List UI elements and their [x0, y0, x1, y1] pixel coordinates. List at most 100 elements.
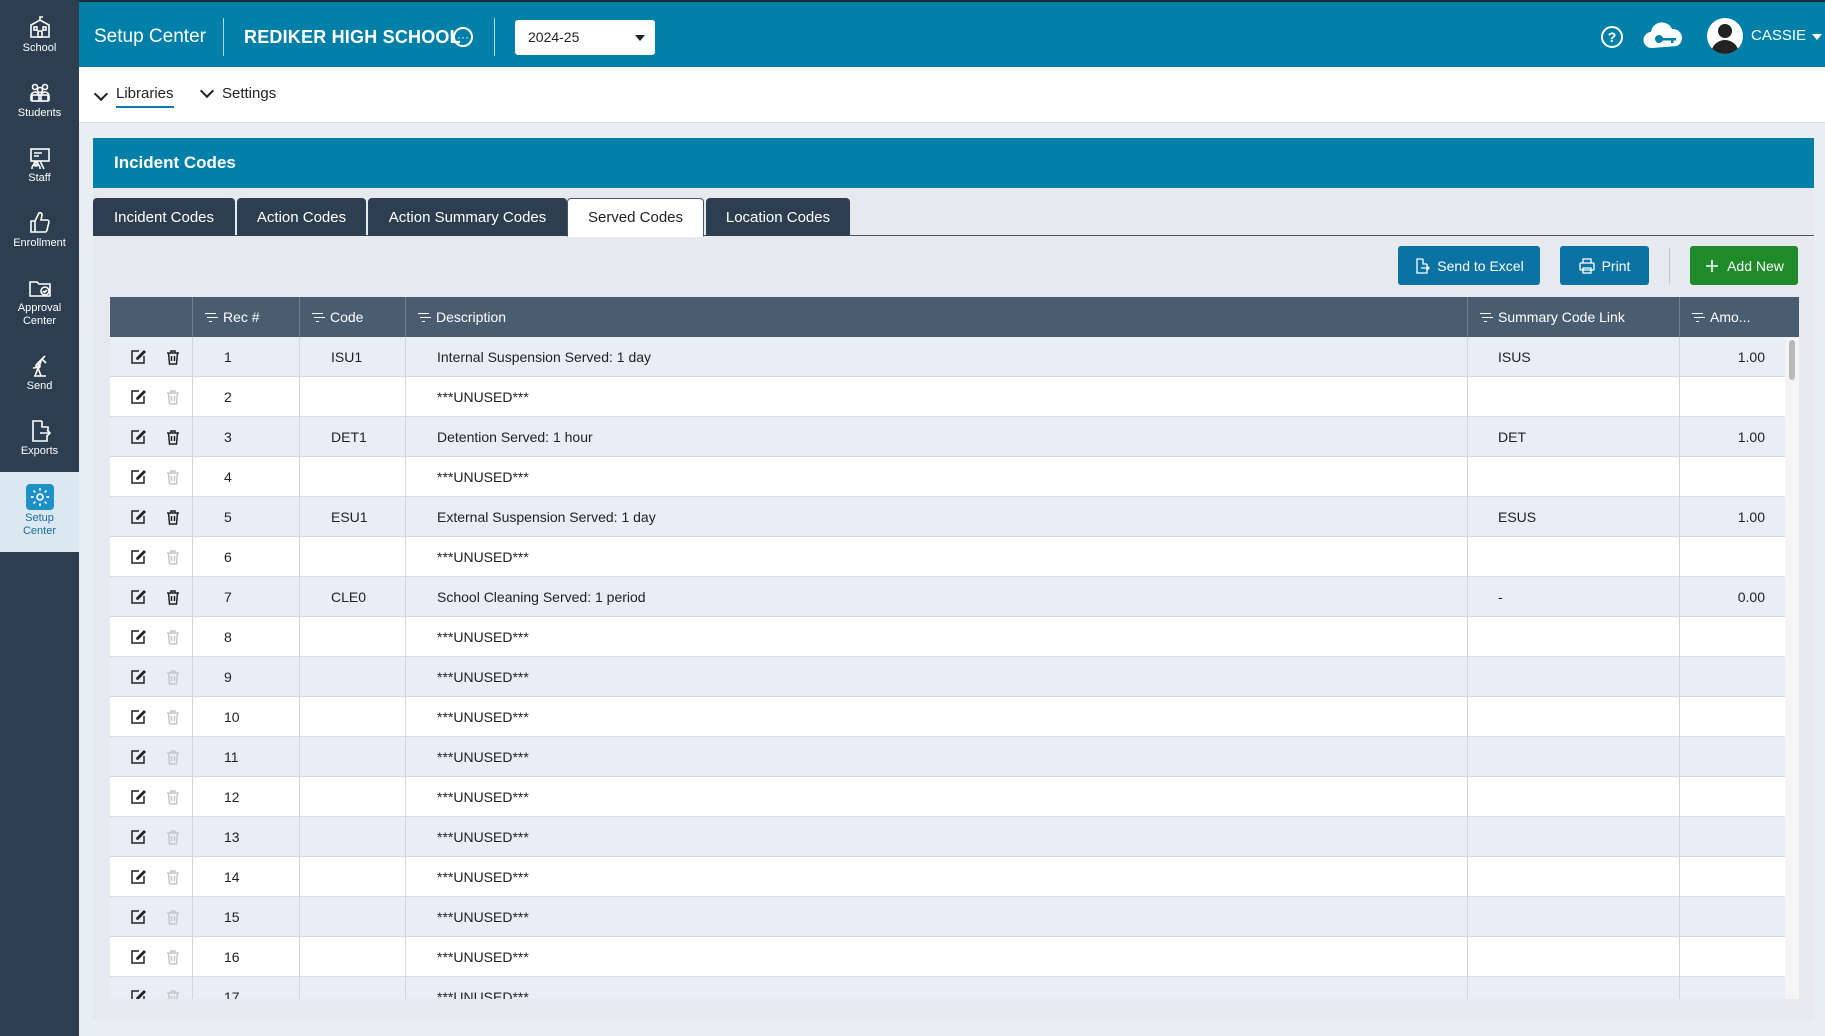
tab-action-summary-codes[interactable]: Action Summary Codes [368, 198, 567, 236]
rec-cell: 5 [193, 497, 300, 537]
table-row[interactable]: 6 ***UNUSED*** [110, 537, 1785, 577]
table-row[interactable]: 2 ***UNUSED*** [110, 377, 1785, 417]
add-new-button[interactable]: Add New [1690, 246, 1798, 285]
export-file-icon [1416, 257, 1431, 274]
grid-header: Rec # Code Description Summary Code Link… [110, 297, 1799, 337]
send-to-excel-button[interactable]: Send to Excel [1398, 246, 1540, 285]
table-row[interactable]: 3 DET1 Detention Served: 1 hour DET 1.00 [110, 417, 1785, 457]
rail-label: Exports [20, 445, 59, 457]
column-header-summary-code-link[interactable]: Summary Code Link [1468, 297, 1680, 337]
edit-icon[interactable] [130, 509, 147, 525]
column-header-rec[interactable]: Rec # [193, 297, 300, 337]
row-actions-cell [110, 857, 193, 897]
rail-item-exports[interactable]: Exports [0, 407, 79, 471]
divider [494, 18, 495, 56]
satellite-icon [32, 355, 47, 377]
tab-action-codes[interactable]: Action Codes [237, 198, 366, 236]
rail-item-setup-center[interactable]: Setup Center [0, 472, 79, 552]
table-row[interactable]: 12 ***UNUSED*** [110, 777, 1785, 817]
tab-incident-codes[interactable]: Incident Codes [93, 198, 235, 236]
rail-item-enrollment[interactable]: Enrollment [0, 199, 79, 263]
edit-icon[interactable] [130, 589, 147, 605]
avatar[interactable] [1707, 18, 1743, 54]
table-row[interactable]: 14 ***UNUSED*** [110, 857, 1785, 897]
user-name[interactable]: CASSIE [1751, 27, 1806, 44]
cloud-key-icon[interactable] [1641, 21, 1687, 51]
edit-icon[interactable] [130, 829, 147, 845]
rail-item-send[interactable]: Send [0, 342, 79, 406]
table-row[interactable]: 13 ***UNUSED*** [110, 817, 1785, 857]
rail-label: Send [26, 380, 53, 392]
filter-icon[interactable] [1480, 312, 1491, 322]
edit-icon[interactable] [130, 749, 147, 765]
rail-item-school[interactable]: School [0, 4, 79, 68]
description-cell: ***UNUSED*** [406, 857, 1468, 897]
row-actions-cell [110, 617, 193, 657]
edit-icon[interactable] [130, 949, 147, 965]
rail-label: Enrollment [13, 237, 66, 249]
filter-icon[interactable] [312, 312, 323, 322]
edit-icon[interactable] [130, 709, 147, 725]
table-row[interactable]: 7 CLE0 School Cleaning Served: 1 period - 0.… [110, 577, 1785, 617]
edit-icon[interactable] [130, 989, 147, 999]
column-header-description[interactable]: Description [406, 297, 1468, 337]
subnav-settings[interactable]: Settings [199, 83, 276, 102]
add-new-label: Add New [1727, 257, 1784, 274]
vertical-scrollbar[interactable] [1785, 337, 1799, 999]
table-row[interactable]: 17 ***UNUSED*** [110, 977, 1785, 999]
tab-location-codes[interactable]: Location Codes [706, 198, 850, 236]
summary-code-link-cell [1468, 777, 1680, 817]
column-header-code[interactable]: Code [300, 297, 406, 337]
edit-icon[interactable] [130, 869, 147, 885]
delete-icon [165, 709, 181, 725]
edit-icon[interactable] [130, 909, 147, 925]
edit-icon[interactable] [130, 629, 147, 645]
edit-icon[interactable] [130, 469, 147, 485]
filter-icon[interactable] [1692, 312, 1703, 322]
rail-item-approval-center[interactable]: Approval Center [0, 264, 79, 328]
table-row[interactable]: 16 ***UNUSED*** [110, 937, 1785, 977]
app-title: Setup Center [94, 26, 206, 47]
subnav-libraries[interactable]: Libraries [93, 85, 174, 108]
delete-icon[interactable] [165, 349, 181, 365]
filter-icon[interactable] [418, 312, 429, 322]
edit-icon[interactable] [130, 429, 147, 445]
rail-item-staff[interactable]: Staff [0, 134, 79, 198]
edit-icon[interactable] [130, 389, 147, 405]
print-button[interactable]: Print [1560, 246, 1649, 285]
delete-icon[interactable] [165, 509, 181, 525]
edit-icon[interactable] [130, 669, 147, 685]
row-actions-cell [110, 417, 193, 457]
table-row[interactable]: 15 ***UNUSED*** [110, 897, 1785, 937]
rail-item-students[interactable]: Students [0, 69, 79, 133]
scrollbar-thumb[interactable] [1789, 340, 1795, 380]
edit-icon[interactable] [130, 349, 147, 365]
table-row[interactable]: 4 ***UNUSED*** [110, 457, 1785, 497]
school-name[interactable]: REDIKER HIGH SCHOOL [244, 27, 461, 48]
school-year-select[interactable]: 2024-25 [515, 20, 655, 55]
edit-icon[interactable] [130, 549, 147, 565]
delete-icon[interactable] [165, 589, 181, 605]
column-label: Amo... [1710, 309, 1751, 325]
help-icon[interactable]: ? [1601, 26, 1623, 48]
filter-icon[interactable] [205, 312, 216, 322]
amount-cell [1680, 377, 1785, 417]
summary-code-link-cell [1468, 537, 1680, 577]
caret-down-icon[interactable] [1812, 34, 1822, 40]
students-icon [29, 83, 50, 102]
more-options-icon[interactable]: ··· [453, 27, 473, 47]
table-row[interactable]: 1 ISU1 Internal Suspension Served: 1 day IS… [110, 337, 1785, 377]
edit-icon[interactable] [130, 789, 147, 805]
table-row[interactable]: 9 ***UNUSED*** [110, 657, 1785, 697]
amount-cell [1680, 537, 1785, 577]
send-to-excel-label: Send to Excel [1437, 257, 1524, 274]
summary-code-link-cell: - [1468, 577, 1680, 617]
table-row[interactable]: 5 ESU1 External Suspension Served: 1 day ES… [110, 497, 1785, 537]
delete-icon[interactable] [165, 429, 181, 445]
table-row[interactable]: 8 ***UNUSED*** [110, 617, 1785, 657]
column-header-amount[interactable]: Amo... [1680, 297, 1799, 337]
rail-label: School [22, 42, 57, 54]
tab-served-codes[interactable]: Served Codes [567, 198, 704, 237]
table-row[interactable]: 11 ***UNUSED*** [110, 737, 1785, 777]
table-row[interactable]: 10 ***UNUSED*** [110, 697, 1785, 737]
